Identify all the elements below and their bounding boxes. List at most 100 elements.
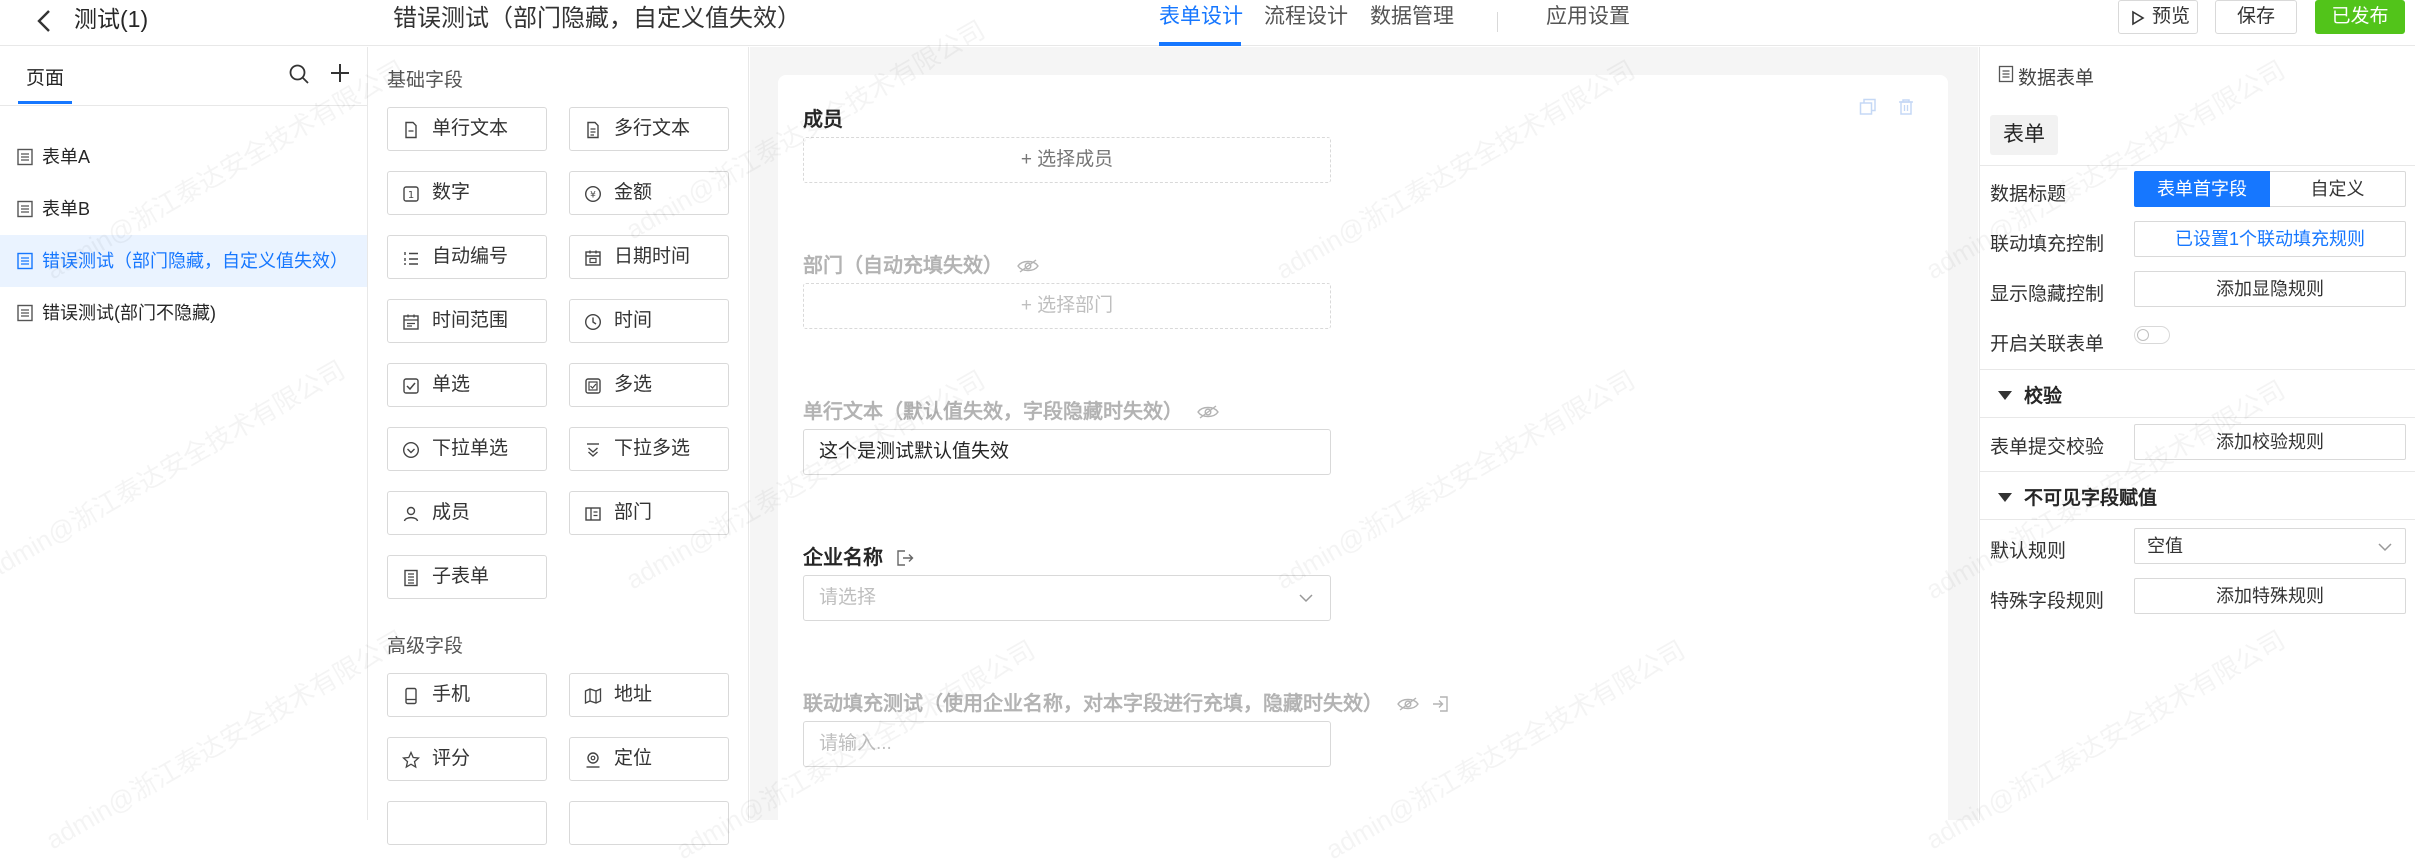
- data-title-first-field-option[interactable]: 表单首字段: [2134, 171, 2270, 207]
- submit-validation-label: 表单提交校验: [1990, 437, 2105, 458]
- data-title-custom-option[interactable]: 自定义: [2270, 171, 2406, 207]
- field-title-text: 联动填充测试（使用企业名称，对本字段进行充填，隐藏时失效）: [803, 693, 1383, 715]
- invisible-fields-section-title[interactable]: 不可见字段赋值: [2024, 483, 2157, 510]
- department-icon: [585, 507, 601, 521]
- field-address[interactable]: 地址: [569, 673, 729, 717]
- back-arrow-icon[interactable]: [30, 6, 60, 36]
- add-visibility-rule-button[interactable]: 添加显隐规则: [2134, 271, 2406, 307]
- linkage-rules-button[interactable]: 已设置1个联动填充规则: [2134, 221, 2406, 257]
- field-time[interactable]: 时间: [569, 299, 729, 343]
- field-currency[interactable]: ¥ 金额: [569, 171, 729, 215]
- field-single-line-text[interactable]: 单行文本: [387, 107, 547, 151]
- add-page-icon[interactable]: [329, 62, 351, 89]
- play-icon: [2132, 10, 2145, 26]
- field-rating[interactable]: 评分: [387, 737, 547, 781]
- collapse-caret-icon[interactable]: [1998, 493, 2012, 502]
- sidebar-item-error-test-visible[interactable]: 错误测试(部门不隐藏): [0, 287, 367, 339]
- publish-button[interactable]: 已发布: [2315, 0, 2405, 34]
- field-title-text: 企业名称: [803, 547, 883, 569]
- tab-divider: [1497, 12, 1498, 32]
- field-palette: 基础字段 单行文本 多行文本 1 数字 ¥ 金额 自动编号 日期时间 时间范围 …: [369, 47, 749, 845]
- field-label: 下拉多选: [614, 438, 691, 459]
- tab-flow-design[interactable]: 流程设计: [1264, 2, 1348, 32]
- default-rule-value: 空值: [2147, 536, 2183, 556]
- field-location[interactable]: 定位: [569, 737, 729, 781]
- field-department[interactable]: 部门: [569, 491, 729, 535]
- field-label: 多行文本: [614, 118, 691, 139]
- save-button[interactable]: 保存: [2215, 0, 2297, 34]
- phone-icon: [405, 687, 417, 705]
- sidebar-item-label: 错误测试(部门不隐藏): [42, 303, 216, 323]
- form-icon: [17, 200, 33, 218]
- collapse-caret-icon[interactable]: [1998, 391, 2012, 400]
- linkage-label: 联动填充控制: [1990, 234, 2105, 255]
- currency-icon: ¥: [584, 185, 602, 203]
- tab-form[interactable]: 表单: [1990, 115, 2058, 155]
- dropdown-single-icon: [402, 441, 420, 459]
- related-form-label: 开启关联表单: [1990, 334, 2105, 355]
- field-label: 单选: [432, 374, 471, 395]
- subform-icon: [404, 569, 418, 587]
- field-time-range[interactable]: 时间范围: [387, 299, 547, 343]
- field-datetime[interactable]: 日期时间: [569, 235, 729, 279]
- multi-line-text-icon: [587, 121, 599, 139]
- auto-number-icon: [404, 252, 418, 265]
- map-icon: [584, 687, 602, 705]
- sidebar-item-error-test-hidden[interactable]: 错误测试（部门隐藏，自定义值失效）: [0, 235, 367, 287]
- tab-form-design[interactable]: 表单设计: [1159, 2, 1243, 32]
- visibility-label: 显示隐藏控制: [1990, 284, 2105, 305]
- field-dropdown-multi[interactable]: 下拉多选: [569, 427, 729, 471]
- single-line-text-icon: [405, 121, 417, 139]
- tab-app-settings[interactable]: 应用设置: [1546, 2, 1630, 32]
- linkage-test-input[interactable]: 请输入...: [803, 721, 1331, 767]
- special-rule-label: 特殊字段规则: [1990, 591, 2105, 612]
- field-member[interactable]: 成员: [387, 491, 547, 535]
- field-label: 评分: [432, 748, 471, 769]
- field-label: 数字: [432, 182, 471, 203]
- delete-icon[interactable]: [1896, 97, 1916, 122]
- field-dropdown-single[interactable]: 下拉单选: [387, 427, 547, 471]
- related-form-toggle[interactable]: [2134, 326, 2170, 344]
- linkage-target-icon: [1433, 696, 1448, 712]
- number-icon: 1: [403, 186, 419, 202]
- copy-icon[interactable]: [1858, 97, 1878, 122]
- dropdown-multi-icon: [587, 443, 599, 457]
- app-title: 测试(1): [74, 6, 149, 32]
- add-special-rule-button[interactable]: 添加特殊规则: [2134, 578, 2406, 614]
- tab-data-management[interactable]: 数据管理: [1370, 2, 1454, 32]
- field-title-company: 企业名称: [803, 541, 914, 570]
- field-multi-line-text[interactable]: 多行文本: [569, 107, 729, 151]
- sidebar-item-form-b[interactable]: 表单B: [0, 183, 367, 235]
- search-icon[interactable]: [288, 63, 310, 90]
- sidebar-divider: [0, 105, 368, 106]
- sidebar-item-form-a[interactable]: 表单A: [0, 131, 367, 183]
- add-validation-rule-button[interactable]: 添加校验规则: [2134, 424, 2406, 460]
- field-label: 时间范围: [432, 310, 509, 331]
- panel-divider: [1980, 519, 2415, 520]
- field-title-department: 部门（自动充填失效）: [803, 249, 1039, 278]
- select-department-button[interactable]: + 选择部门: [803, 283, 1331, 329]
- field-subform[interactable]: 子表单: [387, 555, 547, 599]
- page-sidebar: 页面 表单A 表单B 错误测试（部门隐藏，自定义值失效） 错误测试(部门不隐藏): [0, 47, 368, 820]
- data-form-icon: [1998, 65, 2014, 88]
- sidebar-item-label: 表单A: [42, 147, 91, 167]
- select-member-button[interactable]: + 选择成员: [803, 137, 1331, 183]
- preview-button[interactable]: 预览: [2118, 0, 2198, 34]
- field-auto-number[interactable]: 自动编号: [387, 235, 547, 279]
- default-rule-select[interactable]: 空值: [2134, 528, 2406, 564]
- company-select[interactable]: 请选择: [803, 575, 1331, 621]
- field-number[interactable]: 1 数字: [387, 171, 547, 215]
- form-icon: [17, 304, 33, 322]
- field-label: 多选: [614, 374, 653, 395]
- hidden-eye-icon: [1196, 405, 1219, 419]
- field-checkbox[interactable]: 多选: [569, 363, 729, 407]
- sidebar-item-label: 表单B: [42, 199, 91, 219]
- field-radio[interactable]: 单选: [387, 363, 547, 407]
- form-title: 错误测试（部门隐藏，自定义值失效）: [393, 5, 801, 32]
- validation-section-title[interactable]: 校验: [2024, 381, 2062, 408]
- tab-pages[interactable]: 页面: [26, 63, 64, 90]
- preview-label: 预览: [2151, 6, 2190, 27]
- linkage-source-icon: [896, 550, 914, 566]
- field-phone[interactable]: 手机: [387, 673, 547, 717]
- single-line-text-input[interactable]: 这个是测试默认值失效: [803, 429, 1331, 475]
